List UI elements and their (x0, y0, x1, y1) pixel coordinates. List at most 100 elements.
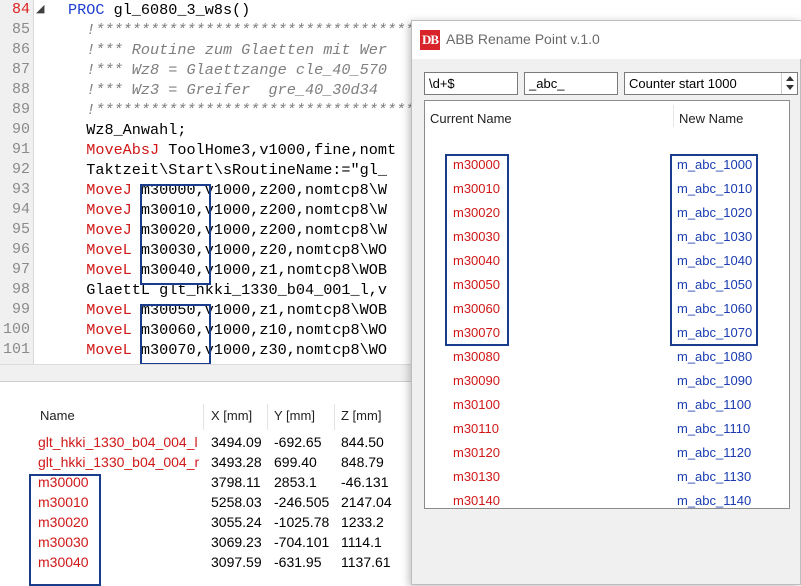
code-line[interactable]: 84 ◢ PROC gl_6080_3_w8s() (0, 0, 801, 20)
cell-value: -46.131 (341, 474, 389, 490)
code-token: m30020,v1000,z200,nomtcp8\W (140, 221, 387, 239)
list-item[interactable]: m30030 m_abc_1030 (425, 225, 789, 249)
code-text: !*** Wz3 = Greifer gre_40_30d34 (68, 80, 378, 100)
code-text: Wz8_Anwahl; (68, 120, 186, 140)
code-text: MoveL m30050,v1000,z1,nomtcp8\WOB (68, 300, 387, 320)
cell-value: 3055.24 (211, 514, 262, 530)
code-token: MoveJ (68, 181, 141, 199)
spin-buttons[interactable] (781, 73, 797, 94)
current-name: m30090 (453, 373, 500, 388)
dialog-titlebar[interactable]: DB ABB Rename Point v.1.0 (412, 21, 801, 59)
list-item[interactable]: m30000 m_abc_1000 (425, 153, 789, 177)
list-item[interactable]: m30040 m_abc_1040 (425, 249, 789, 273)
line-number: 91 (11, 141, 30, 158)
cell-point-name: m30030 (38, 534, 89, 550)
new-name: m_abc_1020 (677, 205, 753, 220)
header-name[interactable]: Name (40, 408, 75, 423)
code-token: !*********************************** (68, 101, 415, 119)
rename-point-dialog: DB ABB Rename Point v.1.0 Counter start … (411, 20, 801, 585)
line-number: 98 (11, 281, 30, 298)
cell-value: 848.79 (341, 454, 384, 470)
new-name: m_abc_1140 (677, 493, 752, 508)
code-text: MoveAbsJ ToolHome3,v1000,fine,nomt (68, 140, 396, 160)
list-item[interactable]: m30010 m_abc_1010 (425, 177, 789, 201)
cell-value: 1114.1 (341, 534, 382, 550)
code-token: ToolHome3,v1000,fine,nomt (168, 141, 397, 159)
current-name: m30070 (453, 325, 500, 340)
code-text: MoveL m30040,v1000,z1,nomtcp8\WOB (68, 260, 387, 280)
cell-value: 2853.1 (274, 474, 317, 490)
line-number: 86 (11, 41, 30, 58)
cell-value: 844.50 (341, 434, 384, 450)
list-item[interactable]: m30140 m_abc_1140 (425, 489, 789, 508)
new-name: m_abc_1100 (677, 397, 752, 412)
list-item[interactable]: m30090 m_abc_1090 (425, 369, 789, 393)
line-number: 84 (11, 1, 30, 18)
line-number: 95 (11, 221, 30, 238)
code-token: PROC (68, 1, 114, 19)
line-number: 87 (11, 61, 30, 78)
current-name: m30140 (453, 493, 500, 508)
column-current-name[interactable]: Current Name (430, 111, 512, 126)
cell-value: 1233.2 (341, 514, 384, 530)
spin-up-icon[interactable] (786, 76, 794, 81)
header-x[interactable]: X [mm] (211, 408, 252, 423)
code-text: Taktzeit\Start\sRoutineName:="gl_ (68, 160, 387, 180)
code-token: !*********************************** (68, 21, 415, 39)
line-number: 92 (11, 161, 30, 178)
cell-value: -1025.78 (274, 514, 330, 530)
counter-start-spinbox[interactable]: Counter start 1000 (624, 72, 798, 95)
cell-point-name: m30010 (38, 494, 89, 510)
current-name: m30130 (453, 469, 500, 484)
code-token: m30010,v1000,z200,nomtcp8\W (140, 201, 387, 219)
line-number: 100 (2, 321, 30, 338)
rename-list[interactable]: Current Name New Name m30000 m_abc_1000 m3… (424, 100, 790, 509)
fold-toggle-icon[interactable]: ◢ (36, 0, 44, 20)
code-text: !*** Routine zum Glaetten mit Wer (68, 40, 387, 60)
list-item[interactable]: m30050 m_abc_1050 (425, 273, 789, 297)
code-token: gl_6080_3_w8s() (113, 1, 251, 19)
replace-input[interactable] (524, 72, 618, 95)
spin-down-icon[interactable] (786, 85, 794, 90)
list-item[interactable]: m30110 m_abc_1110 (425, 417, 789, 441)
list-item[interactable]: m30080 m_abc_1080 (425, 345, 789, 369)
current-name: m30060 (453, 301, 500, 316)
list-item[interactable]: m30130 m_abc_1130 (425, 465, 789, 489)
header-y[interactable]: Y [mm] (274, 408, 315, 423)
current-name: m30120 (453, 445, 500, 460)
code-text: MoveJ m30010,v1000,z200,nomtcp8\W (68, 200, 387, 220)
code-text: !*********************************** (68, 100, 414, 120)
code-token: MoveL (68, 241, 141, 259)
current-name: m30040 (453, 253, 500, 268)
list-item[interactable]: m30060 m_abc_1060 (425, 297, 789, 321)
list-item[interactable]: m30070 m_abc_1070 (425, 321, 789, 345)
header-z[interactable]: Z [mm] (341, 408, 381, 423)
current-name: m30050 (453, 277, 500, 292)
line-number: 89 (11, 101, 30, 118)
list-item[interactable]: m30100 m_abc_1100 (425, 393, 789, 417)
column-separator (673, 105, 674, 127)
current-name: m30030 (453, 229, 500, 244)
code-text: !*********************************** (68, 20, 414, 40)
code-text: MoveL m30030,v1000,z20,nomtcp8\WO (68, 240, 387, 260)
current-name: m30100 (453, 397, 500, 412)
new-name: m_abc_1120 (677, 445, 752, 460)
cell-value: 2147.04 (341, 494, 392, 510)
cell-value: 5258.03 (211, 494, 262, 510)
list-item[interactable]: m30120 m_abc_1120 (425, 441, 789, 465)
new-name: m_abc_1030 (677, 229, 753, 244)
regex-input[interactable] (424, 72, 518, 95)
line-number: 88 (11, 81, 30, 98)
cell-point-name: m30000 (38, 474, 89, 490)
dialog-title: ABB Rename Point v.1.0 (446, 31, 600, 47)
cell-value: 3798.11 (211, 474, 261, 490)
code-text: MoveJ m30020,v1000,z200,nomtcp8\W (68, 220, 387, 240)
code-text: MoveJ m30000,v1000,z200,nomtcp8\W (68, 180, 387, 200)
current-name: m30000 (453, 157, 500, 172)
app-logo-icon: DB (420, 30, 440, 50)
list-item[interactable]: m30020 m_abc_1020 (425, 201, 789, 225)
column-new-name[interactable]: New Name (679, 111, 743, 126)
cell-point-name: m30020 (38, 514, 89, 530)
cell-value: -246.505 (274, 494, 330, 510)
code-text: GlaettL glt_hkki_1330_b04_001_l,v (68, 280, 387, 300)
